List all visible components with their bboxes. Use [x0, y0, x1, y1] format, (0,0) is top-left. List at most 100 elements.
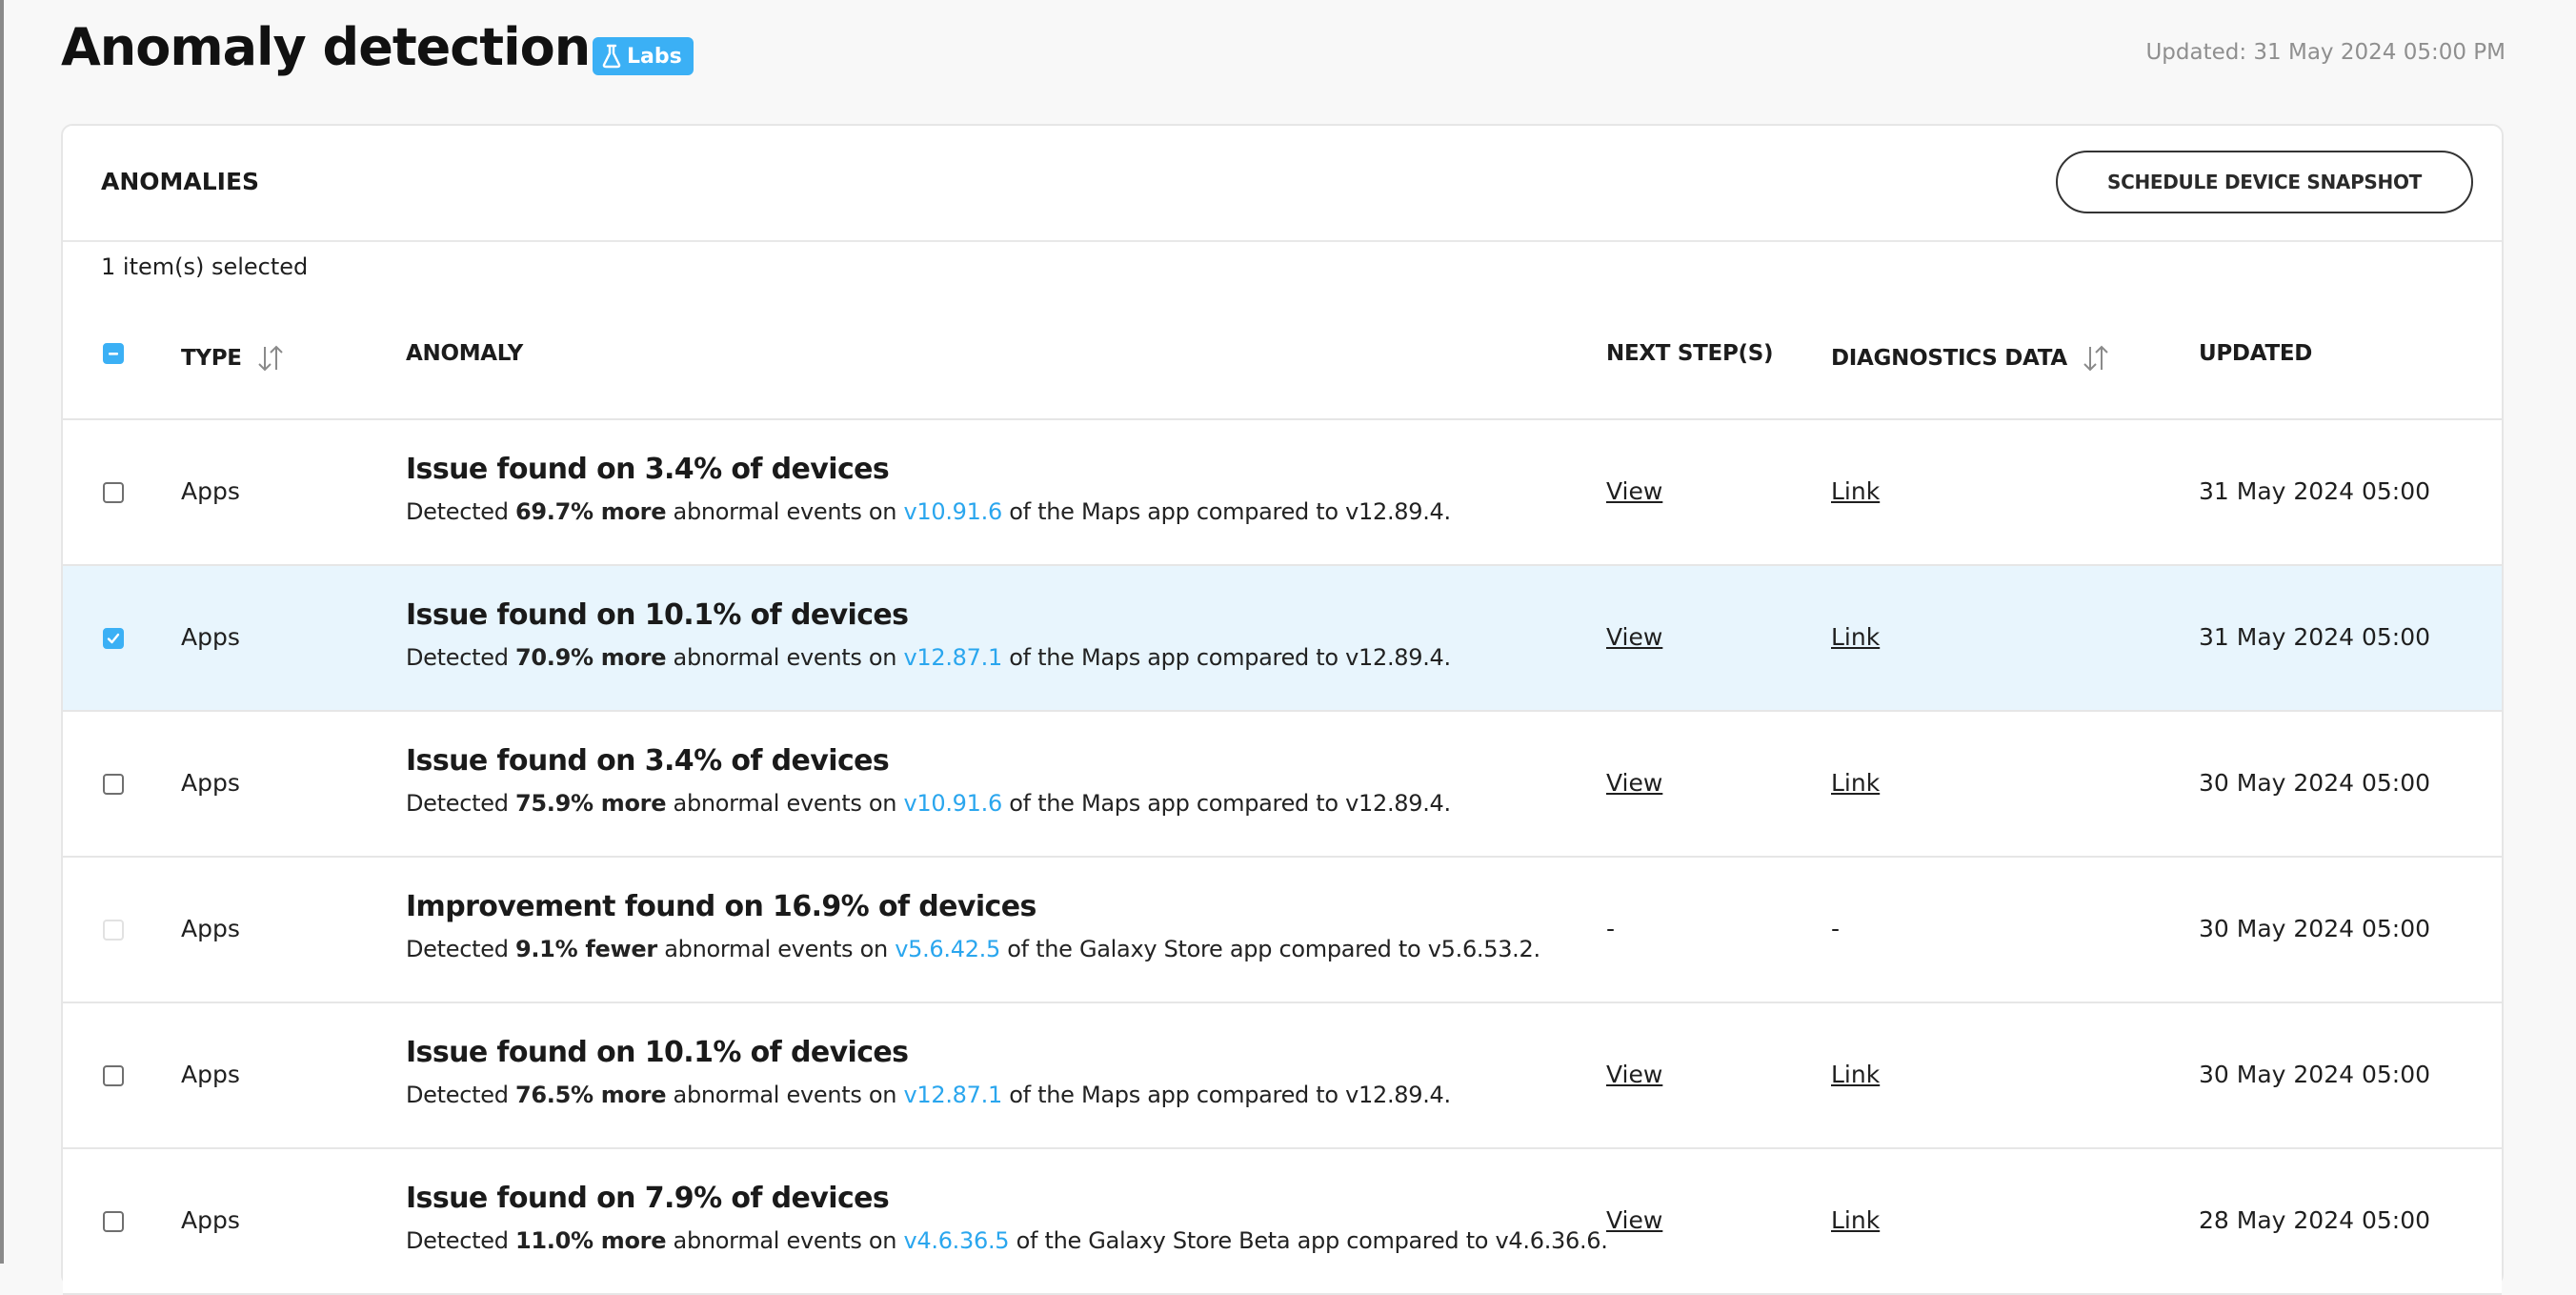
- desc-mid: abnormal events on: [666, 498, 904, 525]
- window-edge: [0, 0, 4, 1264]
- row-updated: 30 May 2024 05:00: [2199, 769, 2431, 797]
- diagnostics-link[interactable]: Link: [1831, 477, 1880, 505]
- anomaly-description: Detected 70.9% more abnormal events on v…: [406, 644, 1451, 671]
- table-header: TYPE ANOMALY NEXT STEP(S) DIAGNOSTICS DA…: [63, 303, 2502, 420]
- view-next-steps-link[interactable]: View: [1606, 1206, 1662, 1234]
- desc-mid: abnormal events on: [666, 1227, 904, 1254]
- anomaly-description: Detected 69.7% more abnormal events on v…: [406, 498, 1451, 525]
- row-type: Apps: [181, 477, 240, 505]
- desc-mid: abnormal events on: [666, 644, 904, 671]
- row-type: Apps: [181, 623, 240, 651]
- anomaly-title: Issue found on 10.1% of devices: [406, 598, 909, 632]
- anomaly-title: Issue found on 3.4% of devices: [406, 453, 890, 486]
- column-next-steps: NEXT STEP(S): [1606, 341, 1774, 366]
- sort-icon[interactable]: [253, 341, 288, 375]
- desc-prefix: Detected: [406, 936, 515, 962]
- sort-icon[interactable]: [2079, 341, 2113, 375]
- row-updated: 28 May 2024 05:00: [2199, 1206, 2431, 1234]
- next-steps-empty: -: [1606, 915, 1616, 942]
- column-diagnostics[interactable]: DIAGNOSTICS DATA: [1831, 341, 2113, 375]
- select-all-checkbox[interactable]: [103, 343, 124, 364]
- column-updated: UPDATED: [2199, 341, 2312, 366]
- row-type: Apps: [181, 769, 240, 797]
- row-checkbox[interactable]: [103, 1065, 124, 1086]
- column-type[interactable]: TYPE: [181, 341, 288, 375]
- column-diagnostics-label: DIAGNOSTICS DATA: [1831, 346, 2067, 371]
- desc-change: 9.1% fewer: [514, 936, 657, 962]
- desc-mid: abnormal events on: [666, 1082, 904, 1108]
- card-header: ANOMALIES SCHEDULE DEVICE SNAPSHOT: [63, 126, 2502, 242]
- desc-prefix: Detected: [406, 790, 515, 817]
- flask-icon: [602, 44, 621, 69]
- labs-badge-label: Labs: [627, 44, 682, 69]
- version-label: v12.87.1: [903, 644, 1003, 671]
- view-next-steps-link[interactable]: View: [1606, 477, 1662, 505]
- anomalies-card: ANOMALIES SCHEDULE DEVICE SNAPSHOT 1 ite…: [61, 124, 2504, 1295]
- column-type-label: TYPE: [181, 346, 242, 371]
- labs-badge: Labs: [593, 37, 694, 75]
- diagnostics-link[interactable]: Link: [1831, 769, 1880, 797]
- view-next-steps-link[interactable]: View: [1606, 623, 1662, 651]
- row-checkbox[interactable]: [103, 774, 124, 795]
- anomaly-title: Issue found on 3.4% of devices: [406, 744, 890, 778]
- table-row[interactable]: Apps Issue found on 10.1% of devices Detec…: [63, 566, 2502, 712]
- diagnostics-empty: -: [1831, 915, 1841, 942]
- column-anomaly: ANOMALY: [406, 341, 523, 366]
- row-updated: 30 May 2024 05:00: [2199, 915, 2431, 942]
- anomaly-description: Detected 11.0% more abnormal events on v…: [406, 1227, 1608, 1254]
- desc-mid: abnormal events on: [656, 936, 896, 962]
- row-type: Apps: [181, 1061, 240, 1088]
- checkmark-icon: [107, 633, 120, 644]
- row-checkbox: [103, 920, 124, 941]
- desc-change: 69.7% more: [514, 498, 667, 525]
- table-row[interactable]: Apps Issue found on 3.4% of devices Detect…: [63, 420, 2502, 566]
- desc-suffix: of the Galaxy Store app compared to v5.6…: [999, 936, 1540, 962]
- column-anomaly-label: ANOMALY: [406, 341, 523, 366]
- row-type: Apps: [181, 915, 240, 942]
- table-row[interactable]: Apps Issue found on 3.4% of devices Detect…: [63, 712, 2502, 858]
- view-next-steps-link[interactable]: View: [1606, 1061, 1662, 1088]
- anomaly-description: Detected 75.9% more abnormal events on v…: [406, 790, 1451, 817]
- desc-change: 75.9% more: [514, 790, 667, 817]
- desc-change: 76.5% more: [514, 1082, 667, 1108]
- row-updated: 31 May 2024 05:00: [2199, 477, 2431, 505]
- desc-change: 70.9% more: [514, 644, 667, 671]
- desc-suffix: of the Maps app compared to v12.89.4.: [1001, 790, 1451, 817]
- table-row[interactable]: Apps Issue found on 7.9% of devices Detect…: [63, 1149, 2502, 1295]
- view-next-steps-link[interactable]: View: [1606, 769, 1662, 797]
- table-row[interactable]: Apps Issue found on 10.1% of devices Detec…: [63, 1003, 2502, 1149]
- version-label: v10.91.6: [903, 498, 1003, 525]
- selected-count: 1 item(s) selected: [101, 253, 309, 280]
- column-updated-label: UPDATED: [2199, 341, 2313, 366]
- desc-suffix: of the Galaxy Store Beta app compared to…: [1009, 1227, 1608, 1254]
- anomaly-description: Detected 9.1% fewer abnormal events on v…: [406, 936, 1540, 962]
- card-title: ANOMALIES: [101, 168, 260, 195]
- anomaly-title: Issue found on 7.9% of devices: [406, 1182, 890, 1215]
- desc-suffix: of the Maps app compared to v12.89.4.: [1001, 644, 1451, 671]
- row-checkbox[interactable]: [103, 482, 124, 503]
- row-checkbox[interactable]: [103, 628, 124, 649]
- version-label: v10.91.6: [903, 790, 1003, 817]
- diagnostics-link[interactable]: Link: [1831, 1061, 1880, 1088]
- desc-prefix: Detected: [406, 1082, 515, 1108]
- anomaly-description: Detected 76.5% more abnormal events on v…: [406, 1082, 1451, 1108]
- minus-icon: [109, 353, 118, 355]
- version-label: v4.6.36.5: [903, 1227, 1010, 1254]
- anomaly-title: Improvement found on 16.9% of devices: [406, 890, 1036, 923]
- row-checkbox[interactable]: [103, 1211, 124, 1232]
- row-updated: 31 May 2024 05:00: [2199, 623, 2431, 651]
- row-type: Apps: [181, 1206, 240, 1234]
- desc-prefix: Detected: [406, 644, 515, 671]
- desc-prefix: Detected: [406, 1227, 515, 1254]
- version-label: v5.6.42.5: [895, 936, 1000, 962]
- row-updated: 30 May 2024 05:00: [2199, 1061, 2431, 1088]
- column-next-steps-label: NEXT STEP(S): [1606, 341, 1774, 366]
- table-row[interactable]: Apps Improvement found on 16.9% of device…: [63, 858, 2502, 1003]
- desc-suffix: of the Maps app compared to v12.89.4.: [1001, 1082, 1451, 1108]
- desc-change: 11.0% more: [514, 1227, 667, 1254]
- desc-prefix: Detected: [406, 498, 515, 525]
- schedule-device-snapshot-button[interactable]: SCHEDULE DEVICE SNAPSHOT: [2056, 151, 2473, 213]
- diagnostics-link[interactable]: Link: [1831, 623, 1880, 651]
- diagnostics-link[interactable]: Link: [1831, 1206, 1880, 1234]
- anomaly-title: Issue found on 10.1% of devices: [406, 1036, 909, 1069]
